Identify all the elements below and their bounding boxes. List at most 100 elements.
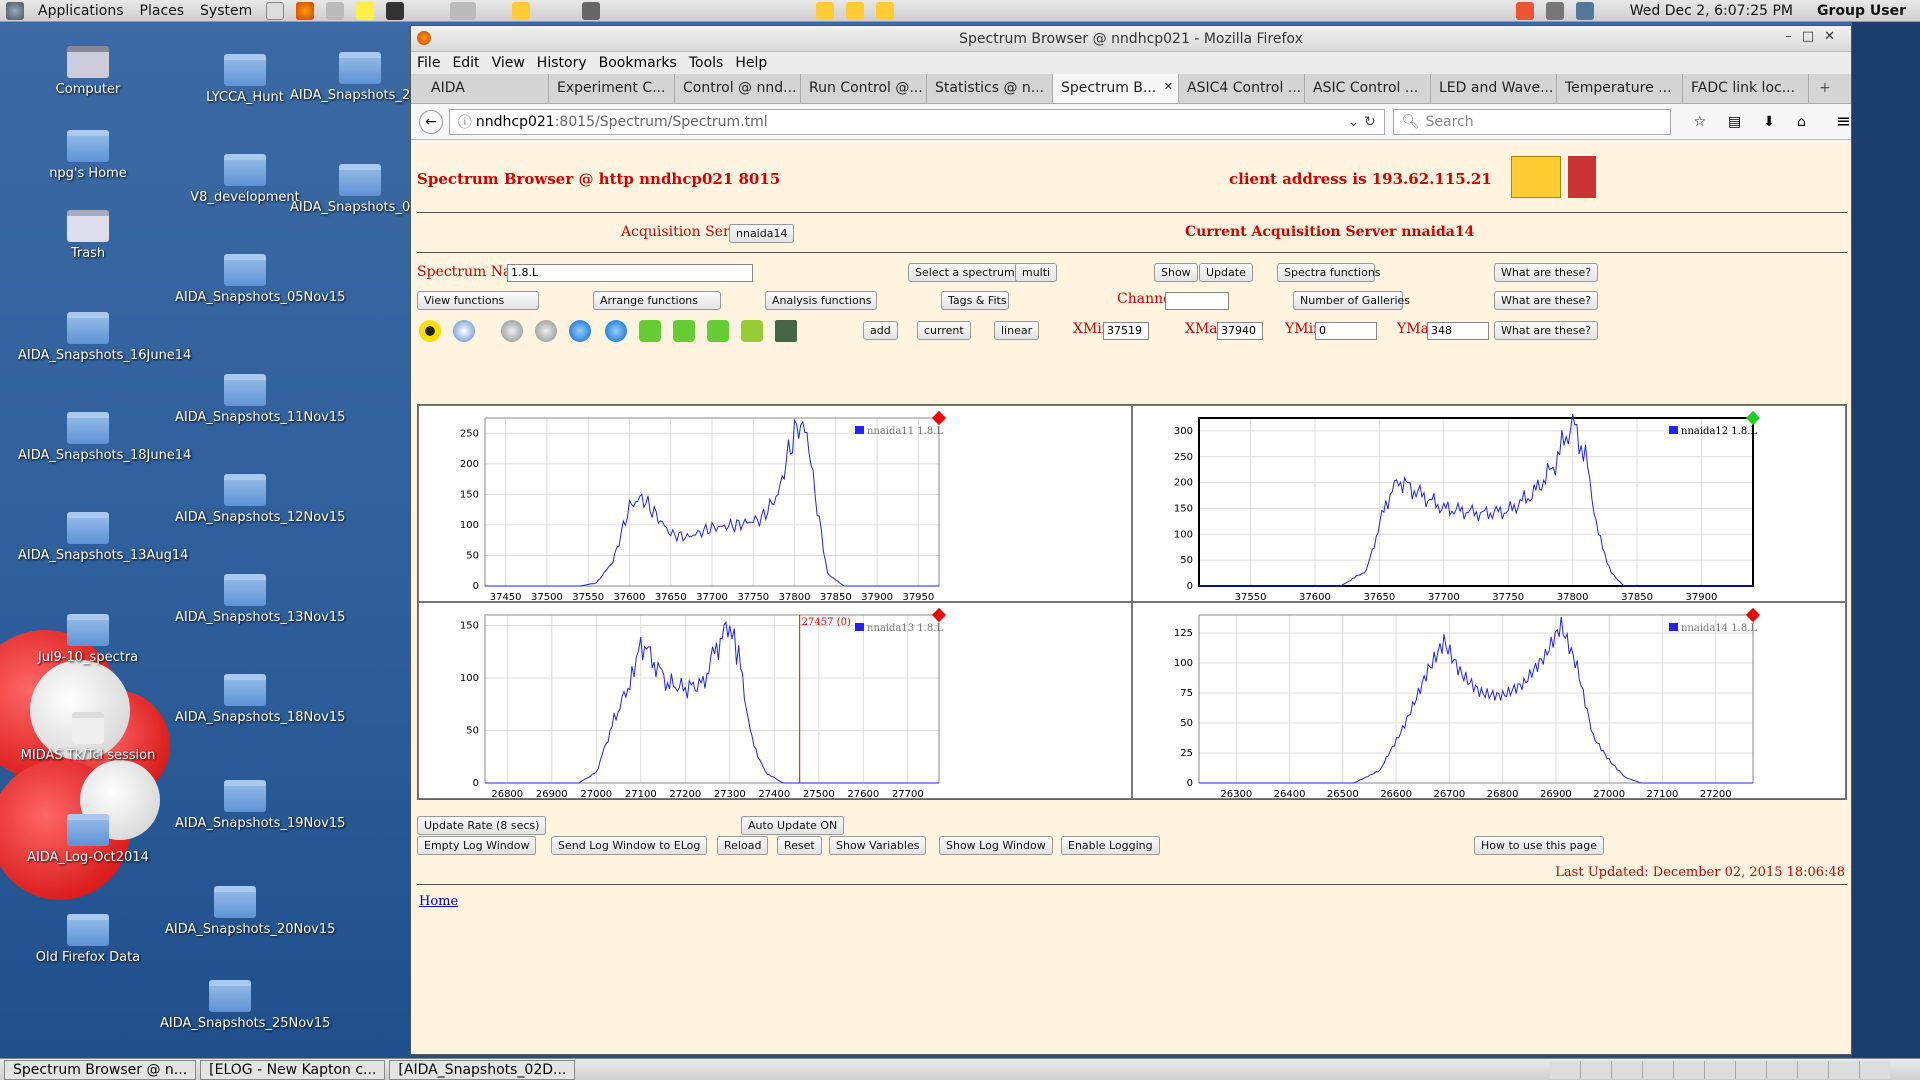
gnome-foot-icon[interactable] — [6, 1, 24, 20]
down-arrow-icon[interactable] — [741, 320, 763, 342]
desktop-icon-folder[interactable]: AIDA_Snapshots_18Nov15 — [175, 674, 345, 726]
volume-icon[interactable] — [1545, 2, 1564, 20]
menu-places[interactable]: Places — [140, 3, 185, 19]
new-tab-button[interactable]: + — [1809, 74, 1841, 103]
what-are-these-button[interactable]: What are these? — [1494, 321, 1599, 340]
enable-logging-button[interactable]: Enable Logging — [1061, 836, 1160, 855]
desktop-icon-folder[interactable]: AIDA_Snapshots_19Nov15 — [175, 780, 345, 832]
expand-vertical-icon[interactable] — [569, 320, 591, 342]
show-log-window-button[interactable]: Show Log Window — [939, 836, 1053, 855]
current-button[interactable]: current — [917, 321, 971, 340]
menu-history[interactable]: History — [537, 55, 587, 71]
view-functions-dropdown[interactable]: View functions — [417, 291, 539, 310]
desktop-icon-folder[interactable]: Jul9-10_spectra — [18, 614, 158, 666]
spectrum-panel[interactable]: 37550 37600 37650 37700 37750 37800 37850 37900… — [1132, 405, 1846, 603]
desktop-icon-folder[interactable]: AIDA_Snapshots_25Nov15 — [160, 980, 330, 1032]
expand-up-icon[interactable] — [605, 320, 627, 342]
image-icon[interactable] — [775, 320, 797, 342]
xmin-input[interactable]: 37519 — [1103, 322, 1149, 340]
search-box[interactable]: 🔍︎ Search — [1392, 108, 1672, 135]
desktop-icon-folder[interactable]: AIDA_Snapshots_11Nov15 — [175, 374, 345, 426]
show-variables-button[interactable]: Show Variables — [829, 836, 927, 855]
galleries-dropdown[interactable]: Number of Galleries — [1293, 291, 1410, 310]
spectrum-panel[interactable]: 26300 26400 26500 26600 26700 26800 26900 27000… — [1132, 602, 1847, 800]
workspace-switcher[interactable] — [1550, 1060, 1890, 1079]
tags-fits-dropdown[interactable]: Tags & Fits — [941, 291, 1009, 310]
notes-icon[interactable] — [356, 1, 375, 20]
taskbar-item-spectrum-browser[interactable]: Spectrum Browser @ n... — [4, 1059, 197, 1080]
up-arrow-icon[interactable] — [707, 320, 729, 342]
ymax-input[interactable]: 348 — [1427, 322, 1489, 340]
mail-icon[interactable] — [326, 1, 345, 20]
tab-asic4-control[interactable]: ASIC4 Control ... — [1179, 74, 1305, 103]
arrange-functions-dropdown[interactable]: Arrange functions — [593, 291, 721, 310]
user-name[interactable]: Group User — [1817, 3, 1906, 19]
zoom-out-icon[interactable] — [535, 320, 557, 342]
desktop-icon-home[interactable]: npg's Home — [18, 130, 158, 182]
download-icon[interactable]: ⬇ — [1763, 114, 1775, 130]
desktop-icon-folder[interactable]: AIDA_Snapshots_26Nov15 — [290, 52, 460, 104]
spectrum-plot[interactable]: 26300 26400 26500 26600 26700 26800 26900 27000… — [1133, 603, 1847, 800]
window-titlebar[interactable]: Spectrum Browser @ nndhcp021 - Mozilla F… — [411, 26, 1851, 52]
reload-button[interactable]: Reload — [717, 836, 769, 855]
xmax-input[interactable]: 37940 — [1217, 322, 1263, 340]
analysis-functions-dropdown[interactable]: Analysis functions — [765, 291, 877, 310]
spectrum-name-input[interactable]: 1.8.L — [507, 264, 753, 282]
menu-system[interactable]: System — [200, 3, 252, 19]
window-controls[interactable]: –□✕ — [1785, 29, 1845, 44]
menu-bookmarks[interactable]: Bookmarks — [599, 55, 677, 71]
reset-button[interactable]: Reset — [777, 836, 822, 855]
multi-button[interactable]: multi — [1015, 263, 1058, 282]
tab-temperature[interactable]: Temperature ... — [1557, 74, 1683, 103]
taskbar-item-elog[interactable]: [ELOG - New Kapton c... — [200, 1059, 386, 1080]
midas-icon[interactable] — [876, 1, 895, 20]
desktop-icon-folder[interactable]: Old Firefox Data — [18, 914, 158, 966]
desktop-icon-folder[interactable]: AIDA_Snapshots_13Aug14 — [18, 512, 188, 564]
select-spectrum-dropdown[interactable]: Select a spectrum — [908, 263, 1022, 282]
what-are-these-button[interactable]: What are these? — [1494, 291, 1599, 310]
home-icon[interactable]: ⌂ — [1797, 114, 1806, 130]
menu-tools[interactable]: Tools — [689, 55, 724, 71]
bookmark-star-icon[interactable]: ☆ — [1693, 114, 1706, 130]
midas-icon[interactable] — [816, 1, 835, 20]
what-are-these-button[interactable]: What are these? — [1494, 263, 1599, 282]
desktop-icon-folder[interactable]: AIDA_Snapshots_13Nov15 — [175, 574, 345, 626]
empty-log-window-button[interactable]: Empty Log Window — [417, 836, 537, 855]
camera-icon[interactable] — [582, 1, 601, 20]
tab-asic-control[interactable]: ASIC Control ... — [1305, 74, 1431, 103]
clock[interactable]: Wed Dec 2, 6:07:25 PM — [1630, 3, 1793, 19]
tab-run-control[interactable]: Run Control @... — [801, 74, 927, 103]
ymin-input[interactable]: 0 — [1315, 322, 1377, 340]
auto-update-button[interactable]: Auto Update ON — [741, 816, 845, 835]
tab-aida[interactable]: AIDA — [423, 74, 549, 103]
desktop-icon-file[interactable]: MIDAS Tk/Tcl session — [18, 712, 158, 764]
right-arrow-icon[interactable] — [673, 320, 695, 342]
firefox-icon[interactable] — [296, 1, 315, 20]
spectrum-plot[interactable]: 37450 37500 37550 37600 37650 37700 37750 37800… — [419, 406, 1133, 603]
tab-led-waveform[interactable]: LED and Wave... — [1431, 74, 1557, 103]
menu-edit[interactable]: Edit — [452, 55, 479, 71]
add-button[interactable]: add — [863, 321, 898, 340]
reload-icon[interactable]: ⌄ ↻ — [1348, 114, 1376, 130]
spectra-functions-dropdown[interactable]: Spectra functions — [1277, 263, 1381, 282]
desktop-icon-folder[interactable]: AIDA_Snapshots_18June14 — [18, 412, 191, 464]
tab-control[interactable]: Control @ nnd... — [675, 74, 801, 103]
desktop-icon-folder[interactable]: AIDA_Snapshots_16June14 — [18, 312, 191, 364]
menu-help[interactable]: Help — [735, 55, 767, 71]
menu-file[interactable]: File — [417, 55, 440, 71]
desktop-icon-folder[interactable]: AIDA_Log-Oct2014 — [18, 814, 158, 866]
update-icon[interactable] — [1515, 2, 1534, 20]
tab-experiment[interactable]: Experiment C... — [549, 74, 675, 103]
spectrum-plot[interactable]: 26800 26900 27000 27100 27200 27300 27400 27500… — [419, 603, 1133, 800]
midas-icon[interactable] — [846, 1, 865, 20]
tab-statistics[interactable]: Statistics @ n... — [927, 74, 1053, 103]
send-log-to-elog-button[interactable]: Send Log Window to ELog — [551, 836, 708, 855]
refresh-icon[interactable] — [453, 320, 475, 342]
desktop-icon-folder[interactable]: AIDA_Snapshots_20Nov15 — [165, 886, 335, 938]
desktop-icon-trash[interactable]: Trash — [18, 210, 158, 262]
show-button[interactable]: Show — [1154, 263, 1198, 282]
desktop-icon-folder[interactable]: AIDA_Snapshots_12Nov15 — [175, 474, 345, 526]
desktop-icon-folder[interactable]: AIDA_Snapshots_05Nov15 — [175, 254, 345, 306]
channel-input[interactable] — [1165, 292, 1229, 310]
taskbar-item-folder[interactable]: [AIDA_Snapshots_02D... — [389, 1059, 576, 1080]
